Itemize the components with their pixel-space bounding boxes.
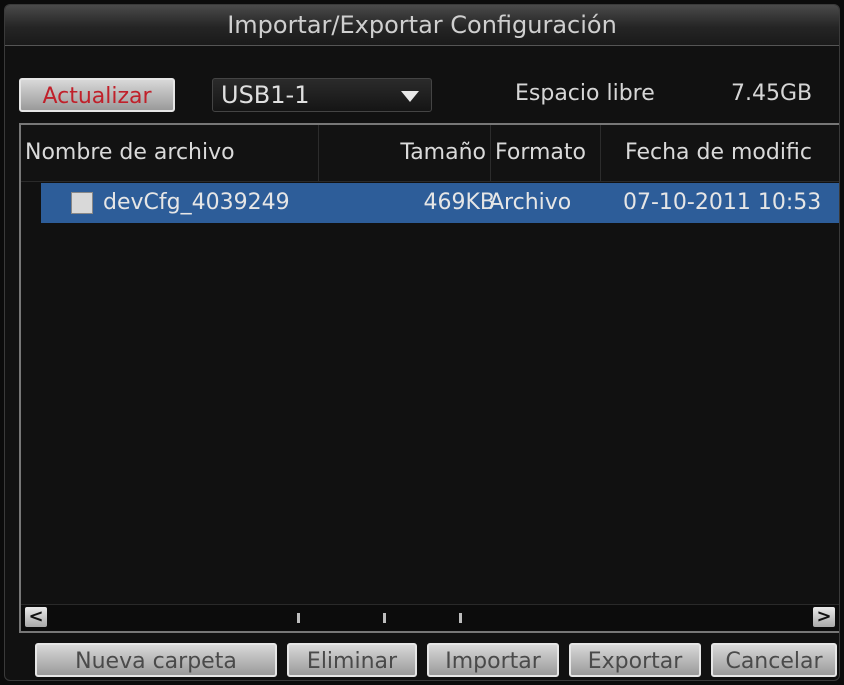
scroll-tick xyxy=(297,613,300,623)
scroll-tick xyxy=(383,613,386,623)
column-header-size[interactable]: Tamaño xyxy=(319,125,491,181)
export-button[interactable]: Exportar xyxy=(569,643,701,677)
free-space-value: 7.45GB xyxy=(731,81,813,106)
chevron-down-icon xyxy=(401,91,419,102)
horizontal-scrollbar[interactable]: < > xyxy=(21,604,839,631)
file-list[interactable]: Nombre de archivo Tamaño Formato Fecha d… xyxy=(19,123,839,633)
file-date: 07-10-2011 10:53 xyxy=(623,190,822,215)
table-row[interactable]: devCfg_4039249 469KB Archivo 07-10-2011 … xyxy=(41,183,839,223)
refresh-button[interactable]: Actualizar xyxy=(19,78,175,112)
device-select[interactable]: USB1-1 xyxy=(212,78,432,112)
cancel-button[interactable]: Cancelar xyxy=(711,643,837,677)
new-folder-button[interactable]: Nueva carpeta xyxy=(35,643,277,677)
import-button[interactable]: Importar xyxy=(427,643,559,677)
device-select-value: USB1-1 xyxy=(221,81,310,109)
scroll-left-button[interactable]: < xyxy=(25,607,47,627)
file-icon xyxy=(71,192,93,214)
file-format: Archivo xyxy=(489,190,572,215)
file-list-header: Nombre de archivo Tamaño Formato Fecha d… xyxy=(21,125,839,182)
column-header-name[interactable]: Nombre de archivo xyxy=(21,125,319,181)
column-header-format[interactable]: Formato xyxy=(491,125,601,181)
scroll-tick xyxy=(459,613,462,623)
scroll-right-button[interactable]: > xyxy=(813,607,835,627)
column-header-date[interactable]: Fecha de modific xyxy=(621,125,839,181)
free-space-label: Espacio libre xyxy=(515,81,655,106)
delete-button[interactable]: Eliminar xyxy=(287,643,417,677)
file-size: 469KB xyxy=(423,190,495,215)
file-name: devCfg_4039249 xyxy=(103,190,290,215)
dialog-title: Importar/Exportar Configuración xyxy=(5,5,839,46)
import-export-dialog: Importar/Exportar Configuración Actualiz… xyxy=(4,4,840,681)
